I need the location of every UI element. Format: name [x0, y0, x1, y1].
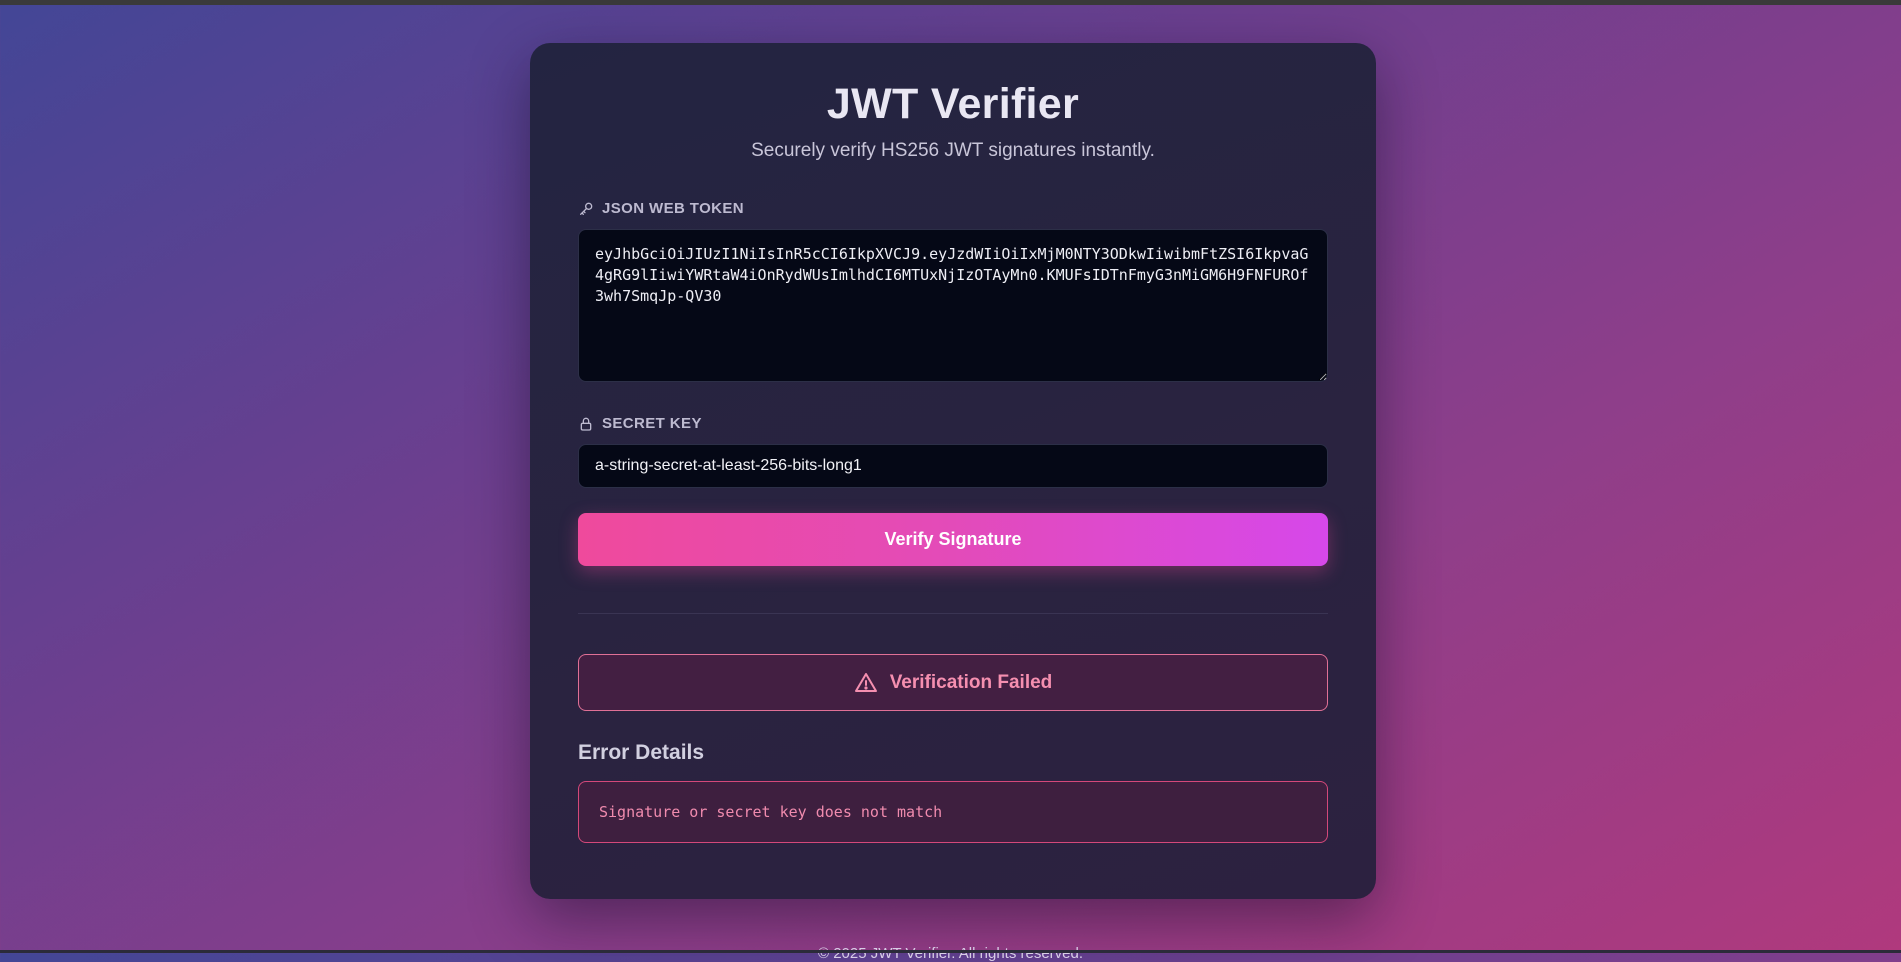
page-title: JWT Verifier — [826, 80, 1080, 128]
error-details-box: Signature or secret key does not match — [578, 781, 1328, 843]
token-label-text: JSON WEB TOKEN — [602, 200, 745, 217]
token-input[interactable]: eyJhbGciOiJIUzI1NiIsInR5cCI6IkpXVCJ9.eyJ… — [578, 229, 1328, 382]
secret-key-input[interactable] — [578, 444, 1328, 488]
error-details-heading: Error Details — [578, 741, 705, 764]
key-icon — [580, 202, 593, 215]
verifier-card: JWT Verifier Securely verify HS256 JWT s… — [530, 43, 1376, 899]
verify-signature-button[interactable]: Verify Signature — [578, 513, 1328, 566]
error-message: Signature or secret key does not match — [599, 803, 943, 821]
lock-icon — [580, 417, 592, 431]
token-field-label: JSON WEB TOKEN — [578, 200, 1328, 217]
secret-field-label: SECRET KEY — [578, 415, 1328, 432]
status-text: Verification Failed — [889, 671, 1053, 693]
page-subtitle: Securely verify HS256 JWT signatures ins… — [751, 140, 1155, 161]
warning-icon — [854, 672, 877, 692]
verification-status-banner: Verification Failed — [578, 654, 1328, 711]
secret-label-text: SECRET KEY — [602, 415, 702, 432]
footer-text: © 2025 JWT Verifier. All rights reserved… — [817, 945, 1084, 962]
divider — [578, 613, 1328, 614]
